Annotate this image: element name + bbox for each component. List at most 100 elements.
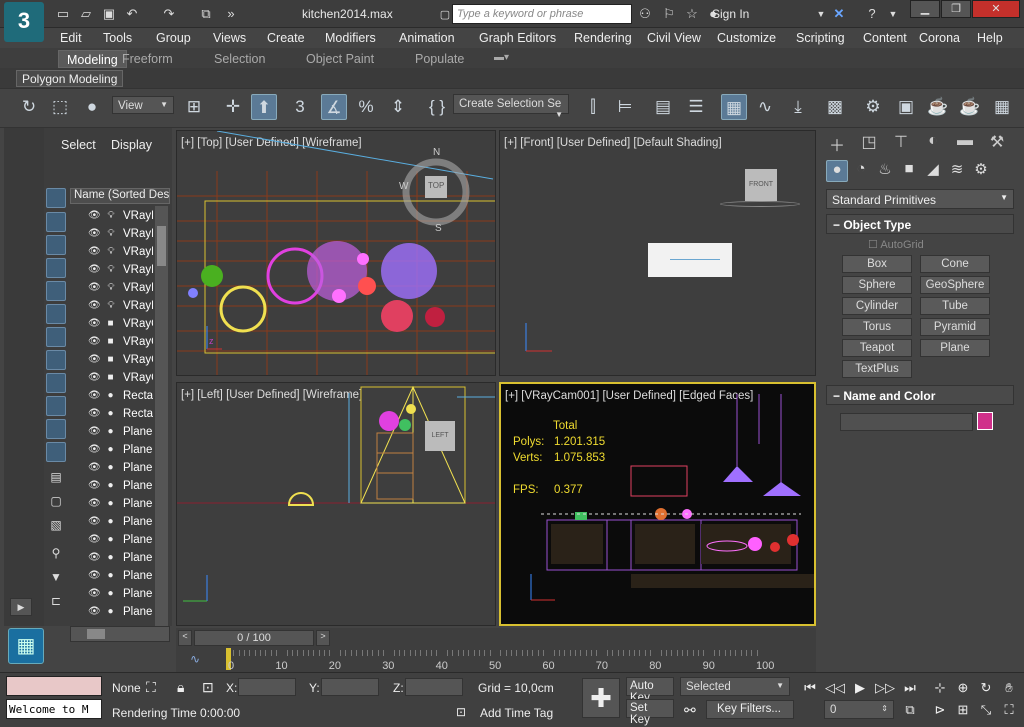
row-visibility-icons[interactable]: 👁︎ ● xyxy=(88,606,116,617)
undo-icon[interactable]: ↶ xyxy=(123,5,141,23)
render-icon[interactable]: ☕ xyxy=(925,94,951,120)
scene-scrollbar[interactable] xyxy=(155,206,168,626)
mirror-icon[interactable]: ⫿ xyxy=(580,94,606,120)
scrollbar-thumb[interactable] xyxy=(157,226,166,266)
viewport-layout-icon[interactable]: ▦ xyxy=(8,628,44,664)
create-tab-icon[interactable]: ＋ xyxy=(824,132,850,155)
new-file-icon[interactable]: ▭ xyxy=(54,5,72,23)
absolute-mode-icon[interactable]: ⊡ xyxy=(202,679,214,696)
next-frame-icon[interactable]: ▷▷ xyxy=(874,678,896,698)
current-frame-field[interactable]: 0 ⇕ xyxy=(824,700,894,719)
scene-row-name[interactable]: VRayL xyxy=(123,246,153,258)
render-iterative-icon[interactable]: ☕ xyxy=(957,94,983,120)
row-visibility-icons[interactable]: 👁︎ ● xyxy=(88,516,116,527)
angle-snap-icon[interactable]: ∡ xyxy=(321,94,347,120)
close-button[interactable]: ✕ xyxy=(972,0,1020,18)
open-file-icon[interactable]: ▱ xyxy=(77,5,95,23)
viewcube-top[interactable]: TOP xyxy=(428,181,444,190)
prev-frame-arrow[interactable]: < xyxy=(178,630,192,646)
lights-icon[interactable]: ♨ xyxy=(874,160,896,182)
filter-geometry-icon[interactable] xyxy=(46,188,66,208)
row-visibility-icons[interactable]: 👁︎ ● xyxy=(88,498,116,509)
y-coord-field[interactable] xyxy=(321,678,379,696)
key-mode-icon[interactable]: ⚯ xyxy=(684,702,696,719)
ribbon-options-icon[interactable]: ▬▾ xyxy=(494,52,509,63)
viewport-front[interactable]: [+] [Front] [User Defined] [Default Shad… xyxy=(499,130,816,376)
filter-containers-icon[interactable] xyxy=(46,396,66,416)
scene-row-name[interactable]: Plane xyxy=(123,498,153,510)
scene-row-name[interactable]: VRayL xyxy=(123,282,153,294)
maximize-viewport-icon[interactable]: ⛶ xyxy=(998,700,1020,720)
paint-select-icon[interactable]: ● xyxy=(79,94,105,120)
scene-row-name[interactable]: Plane xyxy=(123,606,153,618)
zoom-icon[interactable]: ⊕ xyxy=(952,678,974,698)
material-editor-icon[interactable]: ▩ xyxy=(822,94,848,120)
row-visibility-icons[interactable]: 👁︎ ● xyxy=(88,552,116,563)
tab-select[interactable]: Select xyxy=(61,138,96,152)
row-visibility-icons[interactable]: 👁︎ 💡︎ xyxy=(88,264,116,275)
orbit-icon[interactable]: ↻ xyxy=(975,678,997,698)
row-visibility-icons[interactable]: 👁︎ 💡︎ xyxy=(88,228,116,239)
next-frame-arrow[interactable]: > xyxy=(316,630,330,646)
percent-snap-icon[interactable]: % xyxy=(353,94,379,120)
scene-row-name[interactable]: Plane xyxy=(123,516,153,528)
menu-edit[interactable]: Edit xyxy=(60,31,82,45)
scene-row-name[interactable]: VRayC xyxy=(123,372,153,384)
row-visibility-icons[interactable]: 👁︎ ● xyxy=(88,444,116,455)
sign-in-link[interactable]: Sign In xyxy=(712,7,749,21)
snap-3d-icon[interactable]: 3 xyxy=(287,94,313,120)
scene-row-name[interactable]: Plane xyxy=(123,570,153,582)
go-to-start-icon[interactable]: ⏮ xyxy=(799,678,821,698)
isolate-icon[interactable]: ⛶ xyxy=(146,679,156,696)
filter-lights-icon[interactable] xyxy=(46,235,66,255)
hierarchy-tab-icon[interactable]: ⊤ xyxy=(888,132,914,154)
menu-views[interactable]: Views xyxy=(213,31,246,45)
select-none-icon[interactable]: ▢ xyxy=(46,494,66,514)
menu-graph-editors[interactable]: Graph Editors xyxy=(479,31,556,45)
menu-tools[interactable]: Tools xyxy=(103,31,132,45)
row-visibility-icons[interactable]: 👁︎ ■ xyxy=(88,318,116,329)
display-tab-icon[interactable]: ▬ xyxy=(952,132,978,154)
zoom-extents-icon[interactable]: ⊹ xyxy=(929,678,951,698)
app-logo[interactable]: 3 xyxy=(4,2,44,42)
scene-row-name[interactable]: Plane xyxy=(123,444,153,456)
cylinder-button[interactable]: Cylinder xyxy=(842,297,912,315)
z-coord-field[interactable] xyxy=(405,678,463,696)
undo-scene-icon[interactable]: ↻ xyxy=(16,94,42,120)
row-visibility-icons[interactable]: 👁︎ ● xyxy=(88,390,116,401)
utilities-tab-icon[interactable]: ⚒ xyxy=(984,132,1010,154)
scene-row-name[interactable]: Plane xyxy=(123,462,153,474)
previous-frame-icon[interactable]: ◁◁ xyxy=(824,678,846,698)
maximize-button[interactable]: ❐ xyxy=(941,0,971,18)
render-grid-icon[interactable]: ▦ xyxy=(989,94,1015,120)
scene-row-name[interactable]: VRayC xyxy=(123,336,153,348)
add-time-tag[interactable]: Add Time Tag xyxy=(480,706,553,720)
overflow-icon[interactable]: » xyxy=(222,5,240,23)
modify-tab-icon[interactable]: ◳ xyxy=(856,132,882,154)
select-all-icon[interactable]: ▤ xyxy=(46,470,66,490)
minimize-button[interactable]: ▁ xyxy=(910,0,940,18)
viewport-front-label[interactable]: [+] [Front] [User Defined] [Default Shad… xyxy=(504,137,722,149)
time-tag-icon[interactable]: ⊡ xyxy=(456,705,466,719)
tab-modeling[interactable]: Modeling xyxy=(58,50,127,68)
exchange-icon[interactable]: ✕ xyxy=(830,5,848,23)
rendered-frame-icon[interactable]: ▣ xyxy=(893,94,919,120)
row-visibility-icons[interactable]: 👁︎ ■ xyxy=(88,336,116,347)
redo-icon[interactable]: ↷ xyxy=(160,5,178,23)
project-folder-icon[interactable]: ⧉ xyxy=(197,5,215,23)
save-icon[interactable]: ▣ xyxy=(100,5,118,23)
row-visibility-icons[interactable]: 👁︎ 💡︎ xyxy=(88,246,116,257)
scene-row-name[interactable]: VRayL xyxy=(123,264,153,276)
go-to-end-icon[interactable]: ⏭ xyxy=(899,678,921,698)
edit-named-selection-icon[interactable]: { } xyxy=(424,94,450,120)
key-set-dropdown[interactable]: Selected ▼ xyxy=(680,677,790,696)
row-visibility-icons[interactable]: 👁︎ ● xyxy=(88,462,116,473)
help-dropdown-icon[interactable]: ▼ xyxy=(884,5,902,23)
filter-spacewarps-icon[interactable] xyxy=(46,304,66,324)
name-color-rollout[interactable]: − Name and Color xyxy=(826,385,1014,405)
row-visibility-icons[interactable]: 👁︎ ■ xyxy=(88,354,116,365)
row-visibility-icons[interactable]: 👁︎ ■ xyxy=(88,372,116,383)
teapot-button[interactable]: Teapot xyxy=(842,339,912,357)
scene-row-name[interactable]: Recta xyxy=(123,408,153,420)
maxscript-output[interactable]: Welcome to M xyxy=(6,699,102,719)
